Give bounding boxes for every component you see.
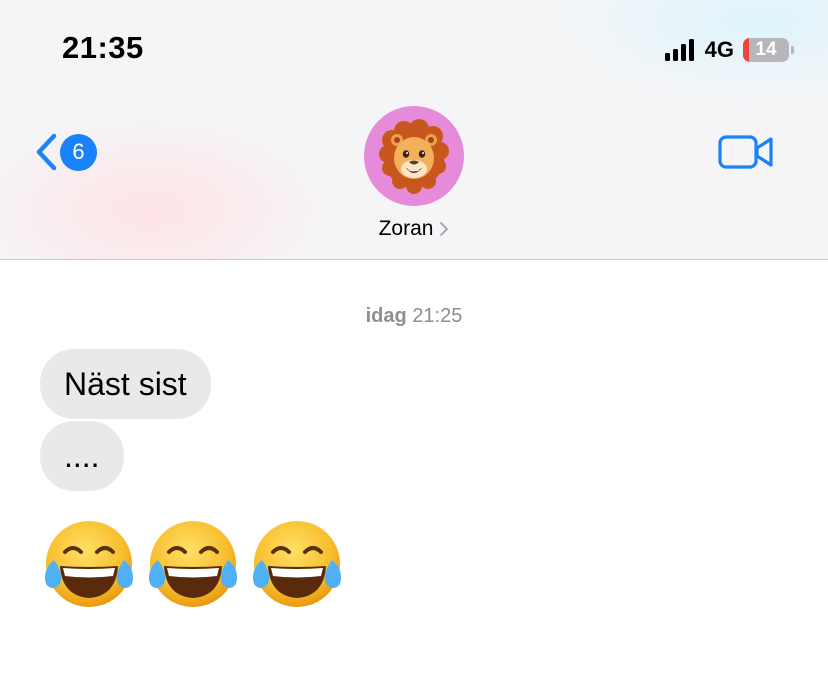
lion-memoji-avatar: [379, 119, 449, 194]
message-bubble-incoming[interactable]: Näst sist: [40, 349, 211, 419]
network-type: 4G: [704, 37, 734, 62]
video-camera-icon[interactable]: [718, 133, 774, 171]
status-time: 21:35: [62, 30, 144, 65]
contact-name: Zoran: [378, 217, 434, 240]
face-with-tears-of-joy-icon: [253, 521, 341, 607]
emoji-message[interactable]: [40, 518, 346, 610]
status-indicators: 4G 14: [664, 36, 794, 64]
battery-level: 14: [755, 39, 777, 60]
conversation-header: 21:35 4G 14 6 Zoran: [0, 0, 828, 260]
back-button[interactable]: 6: [32, 132, 97, 172]
battery-icon: 14: [743, 38, 789, 62]
contact-avatar[interactable]: [364, 106, 464, 206]
chevron-right-icon: [440, 222, 449, 236]
contact-name-link[interactable]: Zoran: [0, 217, 828, 241]
unread-badge: 6: [60, 133, 97, 171]
messages-screen: 21:35 4G 14 6 Zoran idag 21:25 Näst sist…: [0, 0, 828, 676]
battery-tip: [791, 46, 794, 54]
face-with-tears-of-joy-icon: [45, 521, 133, 607]
face-with-tears-of-joy-icon: [149, 521, 237, 607]
message-text: ....: [64, 437, 100, 474]
chevron-left-icon: [36, 133, 57, 171]
message-timestamp: idag 21:25: [0, 305, 828, 328]
cellular-signal-icon: [664, 39, 694, 61]
timestamp-time: 21:25: [412, 305, 463, 327]
message-text: Näst sist: [64, 365, 187, 402]
timestamp-day: idag: [365, 305, 407, 327]
message-bubble-incoming[interactable]: ....: [40, 421, 124, 491]
